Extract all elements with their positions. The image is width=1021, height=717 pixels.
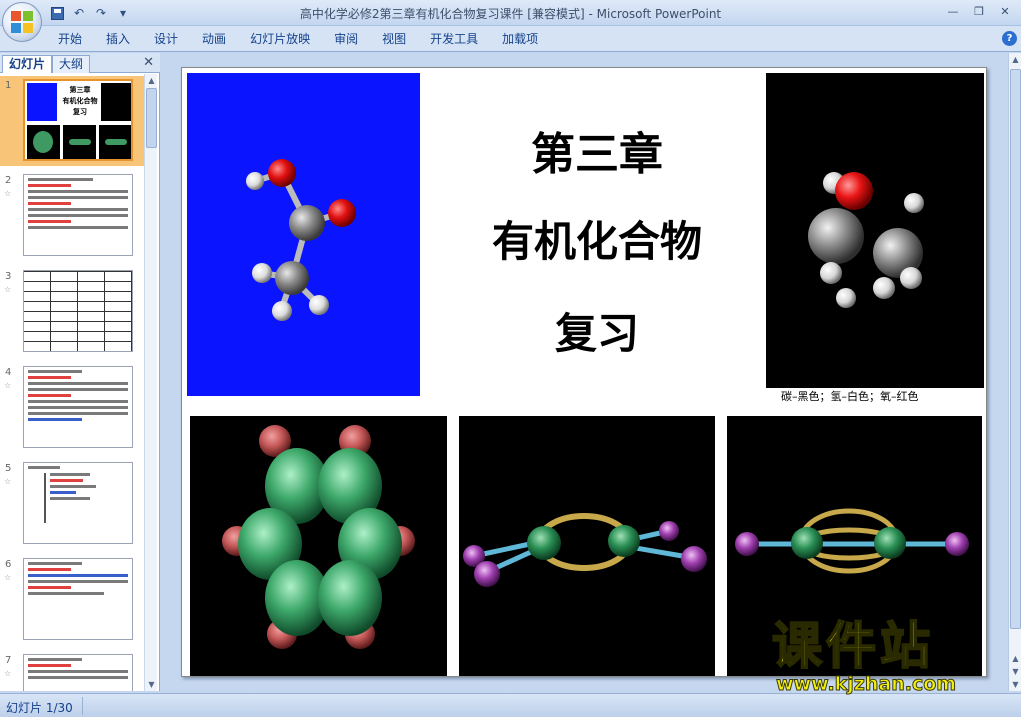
slide-number: 7 xyxy=(5,655,12,666)
thumb-title-line: 有机化合物 xyxy=(62,97,98,105)
scroll-down-icon[interactable]: ▼ xyxy=(145,678,158,691)
watermark-logo: 课件站 www.kjzhan.com xyxy=(771,617,1012,696)
tab-animations[interactable]: 动画 xyxy=(190,30,238,50)
slide-editing-area: 第三章 有机化合物 复习 碳–黑色；氢–白色；氧–红色 xyxy=(161,53,1008,691)
molecule-image-benzene xyxy=(190,416,447,676)
tab-outline[interactable]: 大纲 xyxy=(52,55,91,73)
thumb-title-line: 第三章 xyxy=(69,86,91,94)
tab-insert[interactable]: 插入 xyxy=(94,30,142,50)
slide-preview xyxy=(23,174,133,256)
window-title: 高中化学必修2第三章有机化合物复习课件 [兼容模式] - Microsoft P… xyxy=(299,7,722,21)
color-legend-caption: 碳–黑色；氢–白色；氧–红色 xyxy=(766,388,984,403)
slide-canvas[interactable]: 第三章 有机化合物 复习 碳–黑色；氢–白色；氧–红色 xyxy=(181,67,987,677)
slide-thumbnail-2[interactable]: 2 ☆ xyxy=(0,171,144,261)
molecule-image-ethylene-a xyxy=(459,416,715,676)
status-bar: 幻灯片 1/30 xyxy=(0,693,1021,717)
tab-slides[interactable]: 幻灯片 xyxy=(2,55,53,73)
ribbon-tabs: 开始 插入 设计 动画 幻灯片放映 审阅 视图 开发工具 加载项 xyxy=(46,30,550,50)
tab-review[interactable]: 审阅 xyxy=(322,30,370,50)
slide-preview xyxy=(23,654,133,691)
scroll-up-icon[interactable]: ▲ xyxy=(1009,53,1021,66)
slide-thumbnail-1[interactable]: 1 第三章 有机化合物 复习 xyxy=(0,76,144,166)
close-button[interactable]: ✕ xyxy=(993,2,1017,20)
animation-icon: ☆ xyxy=(4,381,12,390)
tab-slideshow[interactable]: 幻灯片放映 xyxy=(238,30,322,50)
close-icon[interactable]: ✕ xyxy=(143,55,154,70)
slide-preview: 第三章 有机化合物 复习 xyxy=(23,79,133,161)
molecule-image-acetic-acid xyxy=(187,73,420,396)
slide-title-review[interactable]: 复习 xyxy=(432,300,762,361)
slide-thumbnail-7[interactable]: 7 ☆ xyxy=(0,651,144,691)
slide-number: 6 xyxy=(5,559,12,570)
tab-home[interactable]: 开始 xyxy=(46,30,94,50)
title-bar: ↶ ↷ ▾ 高中化学必修2第三章有机化合物复习课件 [兼容模式] - Micro… xyxy=(0,0,1021,26)
status-separator xyxy=(82,697,83,715)
tab-developer[interactable]: 开发工具 xyxy=(418,30,490,50)
molecule-acetic-acid-drawing xyxy=(246,159,356,321)
scrollbar-thumb[interactable] xyxy=(146,88,157,148)
pane-tabs: 幻灯片 大纲 ✕ xyxy=(0,53,160,73)
slide-preview xyxy=(23,558,133,640)
slide-thumbnail-6[interactable]: 6 ☆ xyxy=(0,555,144,645)
tab-design[interactable]: 设计 xyxy=(142,30,190,50)
molecule-image-ethanol xyxy=(766,73,984,403)
slide-thumbnail-3[interactable]: 3 ☆ xyxy=(0,267,144,357)
molecule-benzene-drawing xyxy=(222,425,415,649)
slide-thumbnail-5[interactable]: 5 ☆ xyxy=(0,459,144,549)
minimize-button[interactable]: — xyxy=(941,2,965,20)
animation-icon: ☆ xyxy=(4,285,12,294)
slide-preview xyxy=(23,366,133,448)
animation-icon: ☆ xyxy=(4,669,12,678)
slide-thumbnail-4[interactable]: 4 ☆ xyxy=(0,363,144,453)
window-controls: — ❐ ✕ xyxy=(941,2,1017,20)
slide-number: 1 xyxy=(5,80,12,91)
ribbon: 开始 插入 设计 动画 幻灯片放映 审阅 视图 开发工具 加载项 ? xyxy=(0,26,1021,52)
animation-icon: ☆ xyxy=(4,573,12,582)
maximize-button[interactable]: ❐ xyxy=(967,2,991,20)
office-button[interactable] xyxy=(2,2,42,42)
watermark-url: www.kjzhan.com xyxy=(776,673,957,696)
animation-icon: ☆ xyxy=(4,189,12,198)
thumb-title-line: 复习 xyxy=(73,108,87,116)
tab-addins[interactable]: 加载项 xyxy=(490,30,550,50)
slide-vertical-scrollbar[interactable]: ▲ ▲ ▼ ▼ xyxy=(1008,53,1021,691)
slide-number: 3 xyxy=(5,271,12,282)
tab-view[interactable]: 视图 xyxy=(370,30,418,50)
slide-preview xyxy=(23,270,133,352)
pane-scrollbar[interactable]: ▲ ▼ xyxy=(144,74,157,691)
slide-indicator: 幻灯片 1/30 xyxy=(6,701,73,715)
office-logo-icon xyxy=(11,11,33,33)
molecule-ethylene-drawing-a xyxy=(463,513,707,587)
slide-number: 2 xyxy=(5,175,12,186)
slide-thumbnail-list: 1 第三章 有机化合物 复习 2 ☆ 3 ☆ 4 ☆ 5 ☆ 6 ☆ 7 ☆ xyxy=(0,74,144,691)
animation-icon: ☆ xyxy=(4,477,12,486)
slide-number: 5 xyxy=(5,463,12,474)
slide-preview xyxy=(23,462,133,544)
slide-title-chapter[interactable]: 第三章 xyxy=(432,118,762,182)
slides-pane: 幻灯片 大纲 ✕ 1 第三章 有机化合物 复习 2 ☆ 3 ☆ 4 ☆ 5 ☆ … xyxy=(0,53,160,691)
scrollbar-thumb[interactable] xyxy=(1010,69,1021,629)
help-icon[interactable]: ? xyxy=(1002,31,1017,46)
scroll-up-icon[interactable]: ▲ xyxy=(145,74,158,87)
slide-number: 4 xyxy=(5,367,12,378)
molecule-ethanol-drawing xyxy=(808,172,924,308)
watermark-text: 课件站 xyxy=(771,617,934,675)
slide-title-topic[interactable]: 有机化合物 xyxy=(432,208,762,269)
